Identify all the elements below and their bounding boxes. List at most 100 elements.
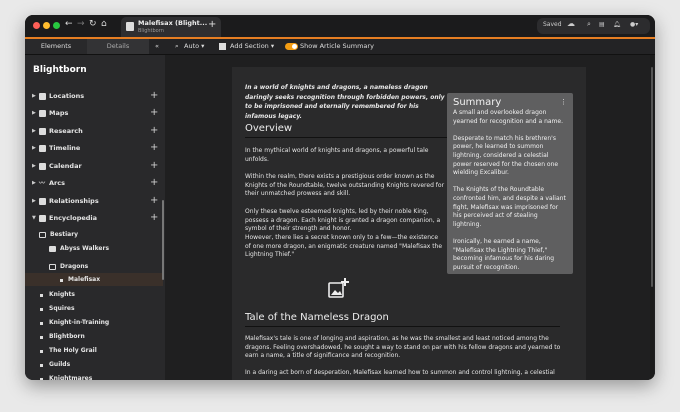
article: In a world of knights and dragons, a nam… [232, 67, 586, 380]
label: Blightborn [49, 333, 85, 340]
title-bar: ← → ↻ ⌂ Malefisax (Blight... Blightborn … [25, 15, 655, 37]
main-scrollbar[interactable] [650, 55, 654, 380]
document-icon [126, 22, 134, 31]
scrollbar-thumb[interactable] [651, 67, 653, 287]
paragraph: In the mythical world of knights and dra… [245, 147, 429, 163]
label: Bestiary [50, 231, 79, 238]
article-intro: In a world of knights and dragons, a nam… [245, 84, 445, 120]
new-tab-button[interactable]: + [208, 19, 216, 30]
cloud-icon[interactable]: ☁ [567, 19, 575, 28]
home-icon[interactable]: ⌂ [101, 19, 107, 29]
tab-details[interactable]: Details [87, 39, 149, 54]
label: Arcs [49, 179, 65, 187]
sidebar-item-locations[interactable]: ▶ Locations + [25, 90, 165, 104]
back-icon[interactable]: ← [65, 19, 73, 29]
search-icon[interactable]: ⌕ [587, 20, 591, 29]
label: Dragons [60, 263, 89, 270]
add-section-icon [219, 43, 226, 50]
summary-toggle-label: Show Article Summary [300, 42, 374, 50]
tale-heading: Tale of the Nameless Dragon [245, 312, 560, 327]
paragraph: Only these twelve esteemed knights, led … [245, 208, 441, 233]
label: Squires [49, 305, 75, 312]
label: Knight-in-Training [49, 319, 110, 326]
label: Calendar [49, 162, 82, 170]
label: Encyclopedia [49, 214, 98, 222]
bullet-icon [60, 279, 63, 282]
label: Timeline [49, 144, 81, 152]
paragraph: However, there lies a secret known only … [245, 234, 443, 259]
tab-subtitle: Blightborn [138, 28, 164, 34]
zoom-icon: ⌕ [175, 42, 179, 50]
research-icon [39, 128, 46, 135]
paragraph: In a daring act born of desperation, Mal… [245, 369, 555, 376]
summary-paragraph: A small and overlooked dragon yearned fo… [453, 109, 564, 125]
label: Knights [49, 291, 75, 298]
paragraph: Within the realm, there exists a prestig… [245, 173, 445, 198]
bullet-icon [40, 336, 43, 339]
world-title: Blightborn [33, 65, 87, 75]
sidebar-item-calendar[interactable]: ▶ Calendar + [25, 160, 165, 174]
summary-toggle[interactable] [285, 43, 298, 50]
add-icon[interactable]: + [150, 195, 158, 206]
add-icon[interactable]: + [150, 212, 158, 223]
bell-icon[interactable]: 🔔︎ [613, 21, 621, 28]
add-icon[interactable]: + [150, 107, 158, 118]
more-options-icon[interactable]: ⋮ [560, 98, 567, 106]
tab-malefisax[interactable]: Malefisax (Blight... Blightborn [121, 17, 221, 37]
toolbar: Elements Details « ⌕ Auto ▾ Add Section … [25, 39, 655, 55]
close-window-button[interactable] [33, 22, 40, 29]
bullet-icon [40, 294, 43, 297]
tab-elements[interactable]: Elements [25, 39, 87, 54]
zoom-value: Auto [184, 42, 200, 50]
relationships-icon [39, 198, 46, 205]
encyclopedia-icon [39, 215, 46, 222]
sidebar: Blightborn ▶ Locations + ▶ Maps + ▶ Research +… [25, 55, 165, 380]
sidebar-scrollbar[interactable] [162, 200, 164, 280]
article-summary: Summary ⋮ A small and overlooked dragon … [447, 93, 573, 274]
label: Abyss Walkers [60, 245, 110, 252]
hourglass-icon [39, 145, 46, 152]
add-icon[interactable]: + [150, 90, 158, 101]
add-section-label: Add Section [230, 42, 269, 50]
account-icon[interactable]: ●▾ [630, 21, 638, 28]
add-icon[interactable]: + [150, 142, 158, 153]
arcs-icon: 〰 [39, 180, 46, 187]
collapse-sidebar-button[interactable]: « [151, 39, 163, 54]
sidebar-item-research[interactable]: ▶ Research + [25, 125, 165, 139]
notes-icon[interactable]: ▤ [599, 21, 605, 28]
sidebar-item-arcs[interactable]: ▶ 〰 Arcs + [25, 177, 165, 191]
sidebar-item-relationships[interactable]: ▶ Relationships + [25, 195, 165, 209]
maximize-window-button[interactable] [53, 22, 60, 29]
folder-open-icon [39, 232, 46, 238]
sidebar-item-maps[interactable]: ▶ Maps + [25, 107, 165, 121]
bullet-icon [40, 322, 43, 325]
calendar-icon [39, 163, 46, 170]
label: Malefisax [68, 276, 101, 283]
add-icon[interactable]: + [150, 160, 158, 171]
label: The Holy Grail [49, 347, 97, 354]
summary-title: Summary [453, 97, 502, 108]
reload-icon[interactable]: ↻ [89, 19, 97, 29]
add-section-button[interactable]: Add Section ▾ [230, 42, 274, 50]
sidebar-item-timeline[interactable]: ▶ Timeline + [25, 142, 165, 156]
add-icon[interactable]: + [150, 125, 158, 136]
location-icon [39, 93, 46, 100]
forward-icon[interactable]: → [77, 19, 85, 29]
app-window: ← → ↻ ⌂ Malefisax (Blight... Blightborn … [25, 15, 655, 380]
summary-paragraph: The Knights of the Roundtable confronted… [453, 186, 566, 228]
minimize-window-button[interactable] [43, 22, 50, 29]
tab-title: Malefisax (Blight... [138, 19, 208, 27]
map-icon [39, 110, 46, 117]
add-icon[interactable]: + [150, 177, 158, 188]
bullet-icon [40, 308, 43, 311]
top-right-controls: Saved ☁ ⌕ ▤ 🔔︎ ●▾ [537, 18, 650, 34]
add-image-icon[interactable] [328, 277, 350, 299]
label: Knightmares [49, 375, 93, 380]
zoom-select[interactable]: Auto ▾ [184, 42, 204, 50]
sidebar-item-encyclopedia[interactable]: ▼ Encyclopedia + [25, 212, 165, 226]
saved-status: Saved [543, 21, 562, 28]
label: Relationships [49, 197, 99, 205]
label: Guilds [49, 361, 71, 368]
label: Maps [49, 109, 69, 117]
bullet-icon [40, 364, 43, 367]
